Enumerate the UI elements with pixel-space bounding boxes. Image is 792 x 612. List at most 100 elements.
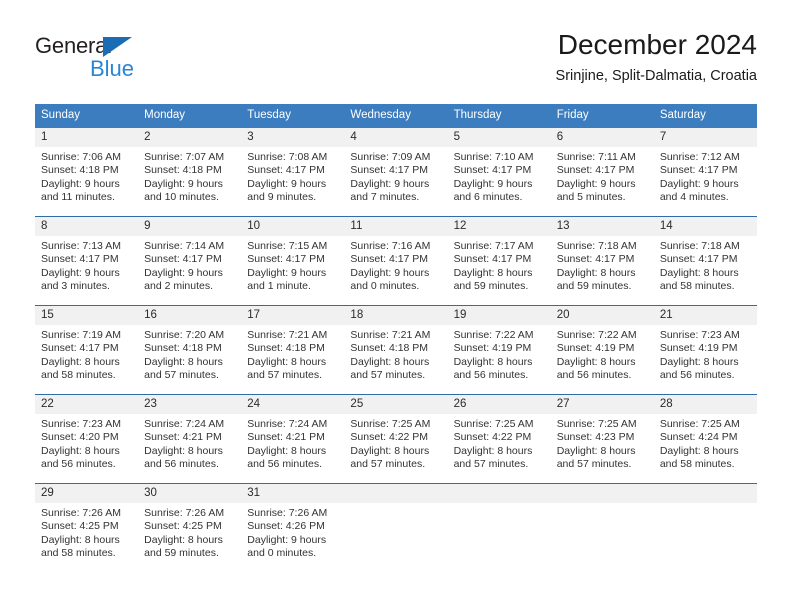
day-cell-1[interactable]: 1 Sunrise: 7:06 AM Sunset: 4:18 PM Daylight…	[35, 128, 139, 216]
day-number: 25	[344, 395, 448, 414]
day-details: Sunrise: 7:18 AM Sunset: 4:17 PM Daylight:…	[551, 236, 654, 305]
day-details: Sunrise: 7:21 AM Sunset: 4:18 PM Daylight:…	[241, 325, 344, 394]
day-cell-8[interactable]: 8 Sunrise: 7:13 AM Sunset: 4:17 PM Daylight…	[35, 217, 139, 305]
sunrise-time: Sunrise: 7:21 AM	[350, 329, 431, 341]
day-cell-24[interactable]: 24 Sunrise: 7:24 AM Sunset: 4:21 PM Dayligh…	[241, 395, 345, 483]
daylight-duration-line2: and 57 minutes.	[556, 458, 632, 471]
page-subtitle: Srinjine, Split-Dalmatia, Croatia	[555, 68, 757, 84]
sunset-time: Sunset: 4:19 PM	[659, 342, 738, 355]
sunrise-time: Sunrise: 7:22 AM	[453, 329, 534, 341]
day-cell-29[interactable]: 29 Sunrise: 7:26 AM Sunset: 4:25 PM Dayligh…	[35, 484, 139, 572]
sunset-time: Sunset: 4:24 PM	[659, 431, 738, 444]
daylight-duration-line1: Daylight: 8 hours	[556, 355, 636, 368]
day-number: 23	[138, 395, 242, 414]
daylight-duration-line2: and 57 minutes.	[453, 458, 529, 471]
day-cell-16[interactable]: 16 Sunrise: 7:20 AM Sunset: 4:18 PM Dayligh…	[138, 306, 242, 394]
daylight-duration-line1: Daylight: 8 hours	[144, 533, 223, 546]
day-details: Sunrise: 7:16 AM Sunset: 4:17 PM Daylight:…	[344, 236, 447, 305]
day-details: Sunrise: 7:12 AM Sunset: 4:17 PM Daylight:…	[654, 147, 757, 216]
day-cell-25[interactable]: 25 Sunrise: 7:25 AM Sunset: 4:22 PM Dayligh…	[344, 395, 448, 483]
calendar-weeks: 1 Sunrise: 7:06 AM Sunset: 4:18 PM Daylight…	[35, 128, 757, 572]
daylight-duration-line2: and 58 minutes.	[659, 280, 735, 293]
daylight-duration-line1: Daylight: 8 hours	[247, 355, 327, 368]
sunrise-time: Sunrise: 7:25 AM	[453, 418, 534, 430]
daylight-duration-line2: and 3 minutes.	[41, 280, 110, 293]
day-cell-13[interactable]: 13 Sunrise: 7:18 AM Sunset: 4:17 PM Dayligh…	[550, 217, 654, 305]
day-details: Sunrise: 7:24 AM Sunset: 4:21 PM Daylight:…	[138, 414, 241, 483]
day-cell-7[interactable]: 7 Sunrise: 7:12 AM Sunset: 4:17 PM Daylight…	[653, 128, 757, 216]
calendar-week-row: 29 Sunrise: 7:26 AM Sunset: 4:25 PM Dayligh…	[35, 484, 757, 572]
sunrise-time: Sunrise: 7:25 AM	[556, 418, 637, 430]
day-details: Sunrise: 7:26 AM Sunset: 4:25 PM Daylight:…	[138, 503, 241, 572]
daylight-duration-line1: Daylight: 8 hours	[453, 444, 533, 457]
day-cell-12[interactable]: 12 Sunrise: 7:17 AM Sunset: 4:17 PM Dayligh…	[447, 217, 551, 305]
day-number: 31	[241, 484, 345, 503]
sunrise-time: Sunrise: 7:26 AM	[144, 507, 225, 519]
daylight-duration-line1: Daylight: 9 hours	[144, 266, 223, 279]
daylight-duration-line1: Daylight: 8 hours	[659, 266, 739, 279]
day-cell-3[interactable]: 3 Sunrise: 7:08 AM Sunset: 4:17 PM Daylight…	[241, 128, 345, 216]
day-cell-31[interactable]: 31 Sunrise: 7:26 AM Sunset: 4:26 PM Dayligh…	[241, 484, 345, 572]
day-cell-22[interactable]: 22 Sunrise: 7:23 AM Sunset: 4:20 PM Dayligh…	[35, 395, 139, 483]
daylight-duration-line1: Daylight: 9 hours	[247, 533, 327, 546]
day-cell-10[interactable]: 10 Sunrise: 7:15 AM Sunset: 4:17 PM Dayligh…	[241, 217, 345, 305]
day-cell-27[interactable]: 27 Sunrise: 7:25 AM Sunset: 4:23 PM Dayligh…	[550, 395, 654, 483]
day-number: 16	[138, 306, 242, 325]
day-details: Sunrise: 7:07 AM Sunset: 4:18 PM Daylight:…	[138, 147, 241, 216]
day-cell-20[interactable]: 20 Sunrise: 7:22 AM Sunset: 4:19 PM Dayligh…	[550, 306, 654, 394]
day-cell-26[interactable]: 26 Sunrise: 7:25 AM Sunset: 4:22 PM Dayligh…	[447, 395, 551, 483]
sunset-time: Sunset: 4:25 PM	[41, 520, 119, 533]
sunrise-time: Sunrise: 7:09 AM	[350, 151, 431, 163]
day-number: 24	[241, 395, 345, 414]
sunset-time: Sunset: 4:17 PM	[247, 253, 325, 266]
day-cell-19[interactable]: 19 Sunrise: 7:22 AM Sunset: 4:19 PM Dayligh…	[447, 306, 551, 394]
day-number: 29	[35, 484, 139, 503]
day-cell-4[interactable]: 4 Sunrise: 7:09 AM Sunset: 4:17 PM Daylight…	[344, 128, 448, 216]
sunset-time: Sunset: 4:21 PM	[247, 431, 325, 444]
daylight-duration-line2: and 59 minutes.	[144, 547, 219, 560]
day-details: Sunrise: 7:15 AM Sunset: 4:17 PM Daylight:…	[241, 236, 344, 305]
calendar-week-row: 1 Sunrise: 7:06 AM Sunset: 4:18 PM Daylight…	[35, 128, 757, 217]
sunrise-time: Sunrise: 7:14 AM	[144, 240, 225, 252]
day-cell-28[interactable]: 28 Sunrise: 7:25 AM Sunset: 4:24 PM Dayligh…	[653, 395, 757, 483]
sunset-time: Sunset: 4:19 PM	[453, 342, 532, 355]
logo-triangle-icon	[103, 37, 132, 57]
calendar-week-row: 15 Sunrise: 7:19 AM Sunset: 4:17 PM Dayligh…	[35, 306, 757, 395]
daylight-duration-line2: and 57 minutes.	[350, 369, 426, 382]
daylight-duration-line2: and 7 minutes.	[350, 191, 420, 204]
day-cell-21[interactable]: 21 Sunrise: 7:23 AM Sunset: 4:19 PM Dayligh…	[653, 306, 757, 394]
daylight-duration-line1: Daylight: 8 hours	[41, 355, 120, 368]
day-cell-5[interactable]: 5 Sunrise: 7:10 AM Sunset: 4:17 PM Daylight…	[447, 128, 551, 216]
daylight-duration-line2: and 56 minutes.	[453, 369, 529, 382]
logo-text-blue: Blue	[90, 56, 135, 81]
day-cell-23[interactable]: 23 Sunrise: 7:24 AM Sunset: 4:21 PM Dayligh…	[138, 395, 242, 483]
day-cell-2[interactable]: 2 Sunrise: 7:07 AM Sunset: 4:18 PM Daylight…	[138, 128, 242, 216]
sunset-time: Sunset: 4:18 PM	[41, 164, 119, 177]
sunrise-time: Sunrise: 7:25 AM	[350, 418, 431, 430]
day-details: Sunrise: 7:10 AM Sunset: 4:17 PM Daylight:…	[448, 147, 551, 216]
day-details: Sunrise: 7:18 AM Sunset: 4:17 PM Daylight:…	[654, 236, 757, 305]
day-number: 5	[447, 128, 551, 147]
calendar-week-row: 8 Sunrise: 7:13 AM Sunset: 4:17 PM Daylight…	[35, 217, 757, 306]
sunrise-time: Sunrise: 7:21 AM	[247, 329, 328, 341]
day-number: 19	[447, 306, 551, 325]
day-cell-15[interactable]: 15 Sunrise: 7:19 AM Sunset: 4:17 PM Dayligh…	[35, 306, 139, 394]
daylight-duration-line2: and 56 minutes.	[144, 458, 219, 471]
day-cell-6[interactable]: 6 Sunrise: 7:11 AM Sunset: 4:17 PM Daylight…	[550, 128, 654, 216]
day-number: 21	[653, 306, 757, 325]
day-number: 14	[653, 217, 757, 236]
daylight-duration-line1: Daylight: 9 hours	[41, 266, 120, 279]
day-cell-17[interactable]: 17 Sunrise: 7:21 AM Sunset: 4:18 PM Dayligh…	[241, 306, 345, 394]
day-number: 27	[550, 395, 654, 414]
day-cell-14[interactable]: 14 Sunrise: 7:18 AM Sunset: 4:17 PM Dayligh…	[653, 217, 757, 305]
day-cell-11[interactable]: 11 Sunrise: 7:16 AM Sunset: 4:17 PM Dayligh…	[344, 217, 448, 305]
daylight-duration-line1: Daylight: 9 hours	[247, 177, 327, 190]
daylight-duration-line1: Daylight: 8 hours	[350, 355, 430, 368]
day-cell-18[interactable]: 18 Sunrise: 7:21 AM Sunset: 4:18 PM Dayligh…	[344, 306, 448, 394]
weekday-header-monday: Monday	[144, 109, 186, 121]
page-header: General Blue December 2024 Srinjine, Spl…	[35, 28, 757, 96]
day-cell-30[interactable]: 30 Sunrise: 7:26 AM Sunset: 4:25 PM Dayligh…	[138, 484, 242, 572]
day-cell-9[interactable]: 9 Sunrise: 7:14 AM Sunset: 4:17 PM Daylight…	[138, 217, 242, 305]
sunrise-time: Sunrise: 7:12 AM	[659, 151, 740, 163]
day-details: Sunrise: 7:06 AM Sunset: 4:18 PM Daylight:…	[35, 147, 138, 216]
